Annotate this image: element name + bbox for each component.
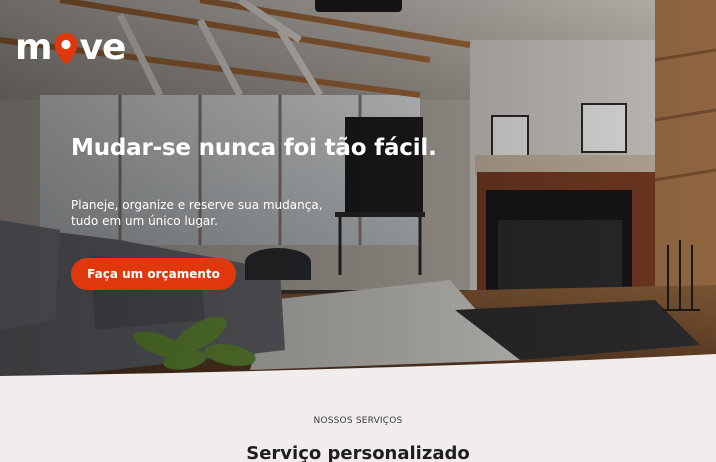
location-pin-icon: [54, 33, 78, 65]
hero-headline: Mudar-se nunca foi tão fácil.: [71, 135, 437, 161]
logo-text-start: m: [15, 27, 53, 68]
camera-notch: [315, 0, 402, 12]
get-quote-button[interactable]: Faça um orçamento: [71, 258, 236, 290]
hero-subtext: Planeje, organize e reserve sua mudança,…: [71, 198, 323, 228]
hero-bottom-curve: [0, 354, 716, 376]
services-title: Serviço personalizado: [246, 443, 470, 462]
services-eyebrow: NOSSOS SERVIÇOS: [313, 416, 403, 426]
logo-text-end: ve: [79, 27, 127, 68]
brand-logo[interactable]: m ve: [15, 27, 127, 68]
hero-section: m ve Mudar-se nunca foi tão fácil. Plane…: [0, 0, 716, 376]
